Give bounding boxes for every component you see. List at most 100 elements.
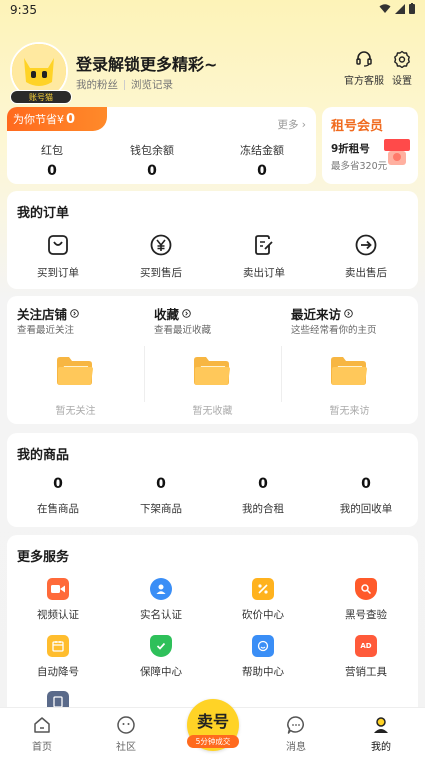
goods-label: 我的合租	[242, 503, 284, 515]
community-face-icon	[117, 716, 135, 734]
nav-mine[interactable]: 我的	[351, 714, 411, 753]
favorites-label: 收藏	[154, 307, 180, 322]
order-sold-aftersale-button[interactable]: 卖出售后	[321, 233, 411, 280]
search-shield-icon	[361, 584, 372, 595]
goods-label: 下架商品	[140, 503, 182, 515]
help-face-icon	[257, 640, 269, 652]
history-link[interactable]: 浏览记录	[131, 77, 173, 92]
id-user-icon	[156, 584, 166, 594]
order-bought-aftersale-button[interactable]: 买到售后	[116, 233, 206, 280]
visitors-section[interactable]: 最近来访 这些经常看你的主页 暂无来访	[281, 296, 418, 424]
service-help[interactable]: 帮助中心	[213, 635, 313, 679]
service-auto-downgrade[interactable]: 自动降号	[8, 635, 108, 679]
savings-label: 为你节省¥	[13, 113, 64, 126]
favorites-section[interactable]: 收藏 查看最近收藏 暂无收藏	[144, 296, 281, 424]
gear-icon	[394, 50, 410, 68]
chevron-circle-icon	[70, 309, 79, 318]
goods-value: 0	[258, 476, 268, 492]
goods-off-shelf[interactable]: 0 下架商品	[111, 476, 211, 516]
chevron-circle-icon	[344, 309, 353, 318]
goods-label: 在售商品	[37, 503, 79, 515]
goods-recycle[interactable]: 0 我的回收单	[316, 476, 416, 516]
wallet-balance[interactable]: 钱包余额 0	[102, 142, 202, 179]
wallet-value: 0	[257, 163, 267, 179]
edit-doc-icon	[255, 235, 273, 255]
service-blacklist-check[interactable]: 黑号查验	[316, 578, 416, 622]
avatar-badge: 账号猫	[10, 90, 72, 104]
nav-home[interactable]: 首页	[12, 714, 72, 753]
shield-check-icon	[156, 642, 166, 650]
calendar-icon	[52, 641, 64, 652]
headset-icon	[356, 51, 372, 67]
visitors-label: 最近来访	[291, 307, 342, 322]
wallet-redpacket[interactable]: 红包 0	[2, 142, 102, 179]
wallet-frozen[interactable]: 冻结金额 0	[212, 142, 312, 179]
status-icons	[379, 3, 415, 14]
visitors-sub: 这些经常看你的主页	[291, 325, 377, 336]
login-title[interactable]: 登录解锁更多精彩~	[76, 51, 217, 75]
customer-service-label: 官方客服	[344, 76, 384, 87]
services-title: 更多服务	[17, 550, 70, 565]
goods-on-sale[interactable]: 0 在售商品	[8, 476, 108, 516]
sell-account-button[interactable]: 卖号 5分钟成交	[187, 699, 239, 751]
member-saving: 最多省320元	[331, 161, 388, 172]
more-link[interactable]: 更多 ›	[277, 117, 306, 132]
goods-value: 0	[361, 476, 371, 492]
goods-label: 我的回收单	[339, 503, 393, 515]
service-bargain[interactable]: 砍价中心	[213, 578, 313, 622]
service-label: 自动降号	[37, 666, 79, 678]
services-card: 更多服务 视频认证 实名认证 砍价中心 黑号查验 自动降号 保障中心 帮助中心 …	[7, 535, 418, 713]
goods-title: 我的商品	[17, 448, 70, 463]
wifi-icon	[379, 3, 391, 13]
order-sold-button[interactable]: 卖出订单	[219, 233, 309, 280]
sell-label: 卖号	[196, 712, 229, 731]
member-card[interactable]: 租号会员 9折租号 最多省320元	[322, 107, 418, 184]
service-video-auth[interactable]: 视频认证	[8, 578, 108, 622]
video-icon	[51, 585, 65, 593]
sell-badge: 5分钟成交	[187, 735, 239, 748]
ad-icon: AD	[360, 642, 372, 650]
user-icon	[374, 717, 388, 733]
savings-tag: 为你节省¥ 0	[7, 107, 107, 131]
goods-card: 我的商品 0 在售商品 0 下架商品 0 我的合租 0 我的回收单	[7, 433, 418, 527]
fans-link[interactable]: 我的粉丝	[76, 77, 118, 92]
member-title: 租号会员	[331, 119, 384, 134]
customer-service-button[interactable]: 官方客服	[344, 50, 384, 87]
sub-links: 我的粉丝 浏览记录	[76, 77, 173, 92]
service-label: 保障中心	[140, 666, 182, 678]
chat-icon	[287, 716, 304, 734]
service-label: 视频认证	[37, 609, 79, 621]
nav-community-label: 社区	[116, 742, 136, 753]
service-label: 砍价中心	[242, 609, 284, 621]
order-bought-button[interactable]: 买到订单	[13, 233, 103, 280]
divider	[124, 79, 125, 90]
service-label: 营销工具	[345, 666, 387, 678]
wallet-card: 为你节省¥ 0 更多 › 红包 0 钱包余额 0 冻结金额 0	[7, 107, 316, 184]
favorites-sub: 查看最近收藏	[154, 325, 212, 336]
service-guarantee[interactable]: 保障中心	[111, 635, 211, 679]
service-realname-auth[interactable]: 实名认证	[111, 578, 211, 622]
order-sold-aftersale-label: 卖出售后	[345, 267, 387, 279]
status-bar: 9:35	[0, 0, 425, 22]
orders-card: 我的订单 买到订单 买到售后 卖出订单 卖出售后	[7, 191, 418, 289]
settings-button[interactable]: 设置	[392, 50, 412, 87]
favorites-empty: 暂无收藏	[192, 406, 233, 417]
nav-messages[interactable]: 消息	[266, 714, 326, 753]
nav-messages-label: 消息	[286, 742, 306, 753]
avatar[interactable]: 账号猫	[10, 42, 72, 104]
wallet-label: 钱包余额	[130, 144, 174, 157]
nav-community[interactable]: 社区	[96, 714, 156, 753]
follow-shops-section[interactable]: 关注店铺 查看最近关注 暂无关注	[7, 296, 144, 424]
wallet-label: 冻结金额	[240, 144, 284, 157]
follow-card: 关注店铺 查看最近关注 暂无关注 收藏 查看最近收藏 暂无收藏 最近来访 这些经…	[7, 296, 418, 424]
savings-value: 0	[66, 111, 76, 127]
bag-icon	[48, 235, 68, 255]
member-discount: 9折租号	[331, 143, 370, 155]
settings-label: 设置	[392, 76, 412, 87]
nav-mine-label: 我的	[371, 742, 391, 753]
home-icon	[34, 717, 50, 733]
follow-shops-sub: 查看最近关注	[17, 325, 75, 336]
service-marketing[interactable]: AD 营销工具	[316, 635, 416, 679]
goods-shared-rent[interactable]: 0 我的合租	[213, 476, 313, 516]
wallet-value: 0	[147, 163, 157, 179]
